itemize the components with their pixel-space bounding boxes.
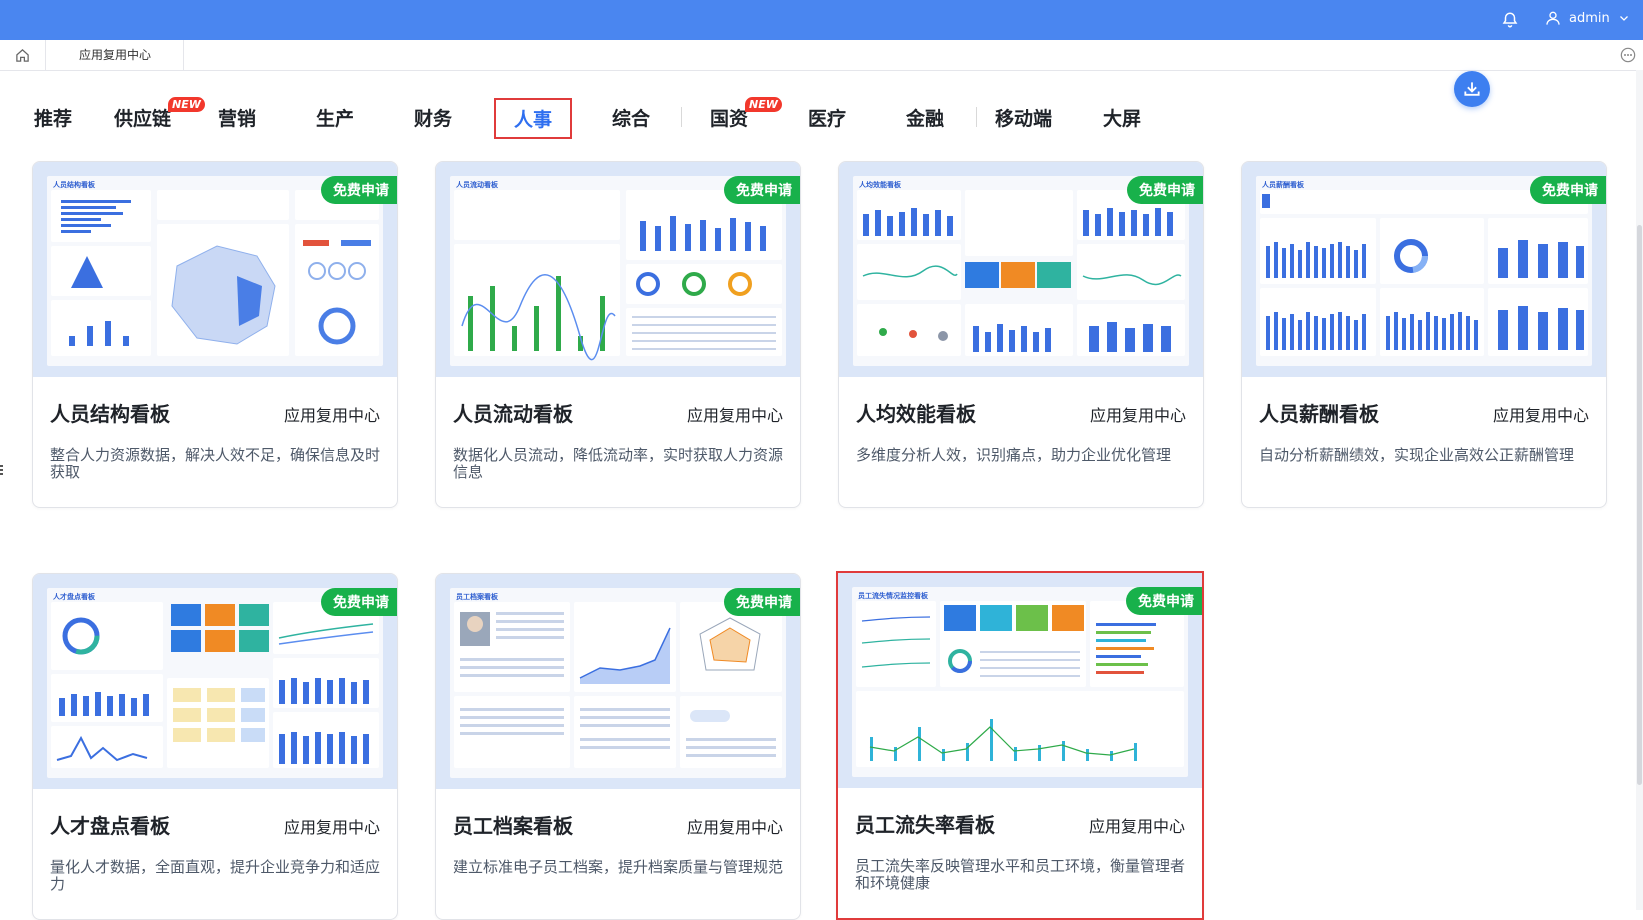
- home-button[interactable]: [0, 40, 46, 70]
- new-badge: NEW: [168, 97, 205, 112]
- card-yuangong-dangan[interactable]: 员工档案看板 免费申请 员工档案看板 应用复用中心 建立标准电子员工档案，提升档…: [435, 573, 801, 920]
- free-apply-badge[interactable]: 免费申请: [1127, 176, 1203, 204]
- card-source: 应用复用中心: [686, 818, 783, 837]
- scrollbar-thumb[interactable]: [1637, 225, 1642, 785]
- category-separator: [681, 107, 682, 127]
- top-bar: admin: [0, 0, 1643, 40]
- card-renyuan-xinchou[interactable]: 人员薪酬看板 免费申请 人员薪酬看板 应用复用中心 自动分析薪酬绩效，实现企业高…: [1241, 161, 1607, 508]
- category-jinrong[interactable]: 金融: [906, 104, 944, 131]
- category-daping[interactable]: 大屏: [1103, 104, 1141, 131]
- left-edge-marker: [0, 465, 3, 475]
- category-gongyinglian[interactable]: 供应链: [114, 104, 171, 131]
- category-zonghe[interactable]: 综合: [612, 104, 650, 131]
- free-apply-badge[interactable]: 免费申请: [724, 588, 800, 616]
- category-separator: [976, 107, 977, 127]
- card-yuangong-liushilv[interactable]: 员工流失情况监控看板 免费申请 员工流失率看板 应用复用中心 员工流失率反映管理…: [836, 571, 1204, 920]
- free-apply-badge[interactable]: 免费申请: [1530, 176, 1606, 204]
- free-apply-badge[interactable]: 免费申请: [1126, 587, 1202, 615]
- card-title: 员工档案看板: [453, 814, 573, 838]
- free-apply-badge[interactable]: 免费申请: [321, 588, 397, 616]
- card-rencai-pandian[interactable]: 人才盘点看板 免费申请 人才盘点看板 应用复用中心 量化人才数据，全面直观，提升…: [32, 573, 398, 920]
- user-menu[interactable]: admin: [1545, 10, 1638, 26]
- card-source: 应用复用中心: [1492, 406, 1589, 425]
- card-description: 建立标准电子员工档案，提升档案质量与管理规范: [453, 858, 784, 876]
- category-shengchan[interactable]: 生产: [316, 104, 354, 131]
- category-renshi[interactable]: 人事: [494, 98, 573, 139]
- scrollbar[interactable]: [1636, 70, 1643, 910]
- card-title: 人均效能看板: [856, 402, 976, 426]
- category-tuijian[interactable]: 推荐: [34, 104, 72, 131]
- card-description: 整合人力资源数据，解决人效不足，确保信息及时获取: [50, 446, 381, 481]
- download-button[interactable]: [1454, 71, 1490, 107]
- card-renyuan-jiegou[interactable]: 人员结构看板 免费申请 人员结构看板 应用复用中心 整合人力资源数据，解决人效不…: [32, 161, 398, 508]
- card-renjun-xiaoneng[interactable]: 人均效能看板 免费申请 人均效能看板 应用复用中心 多维度分析人效，识别痛点，助…: [838, 161, 1204, 508]
- user-name: admin: [1569, 10, 1610, 26]
- category-caiwu[interactable]: 财务: [414, 104, 452, 131]
- category-guozi[interactable]: 国资: [710, 104, 748, 131]
- download-icon: [1464, 82, 1480, 96]
- card-renyuan-liudong[interactable]: 人员流动看板 免费申请 人员流动看板 应用复用中心 数据化人员流动，降低流动率，…: [435, 161, 801, 508]
- bell-icon[interactable]: [1501, 11, 1519, 29]
- chevron-down-icon: [1619, 16, 1628, 21]
- card-description: 员工流失率反映管理水平和员工环境，衡量管理者和环境健康: [855, 857, 1186, 892]
- card-description: 数据化人员流动，降低流动率，实时获取人力资源信息: [453, 446, 784, 481]
- category-yingxiao[interactable]: 营销: [218, 104, 256, 131]
- card-title: 人员薪酬看板: [1259, 402, 1379, 426]
- free-apply-badge[interactable]: 免费申请: [321, 176, 397, 204]
- card-source: 应用复用中心: [1088, 817, 1185, 836]
- card-description: 量化人才数据，全面直观，提升企业竞争力和适应力: [50, 858, 381, 893]
- card-source: 应用复用中心: [1089, 406, 1186, 425]
- more-icon[interactable]: [1620, 47, 1636, 63]
- card-title: 人才盘点看板: [50, 814, 170, 838]
- home-icon: [16, 48, 29, 62]
- card-title: 员工流失率看板: [855, 813, 995, 837]
- tab-current[interactable]: 应用复用中心: [47, 40, 184, 70]
- card-description: 多维度分析人效，识别痛点，助力企业优化管理: [856, 446, 1172, 464]
- card-title: 人员流动看板: [453, 402, 573, 426]
- card-source: 应用复用中心: [686, 406, 783, 425]
- free-apply-badge[interactable]: 免费申请: [724, 176, 800, 204]
- user-icon: [1546, 11, 1560, 25]
- tab-bar: 应用复用中心: [0, 40, 1643, 71]
- card-source: 应用复用中心: [283, 406, 380, 425]
- category-yidongduan[interactable]: 移动端: [995, 104, 1052, 131]
- category-yiliao[interactable]: 医疗: [808, 104, 846, 131]
- card-source: 应用复用中心: [283, 818, 380, 837]
- card-title: 人员结构看板: [50, 402, 170, 426]
- card-description: 自动分析薪酬绩效，实现企业高效公正薪酬管理: [1259, 446, 1575, 464]
- new-badge: NEW: [745, 97, 782, 112]
